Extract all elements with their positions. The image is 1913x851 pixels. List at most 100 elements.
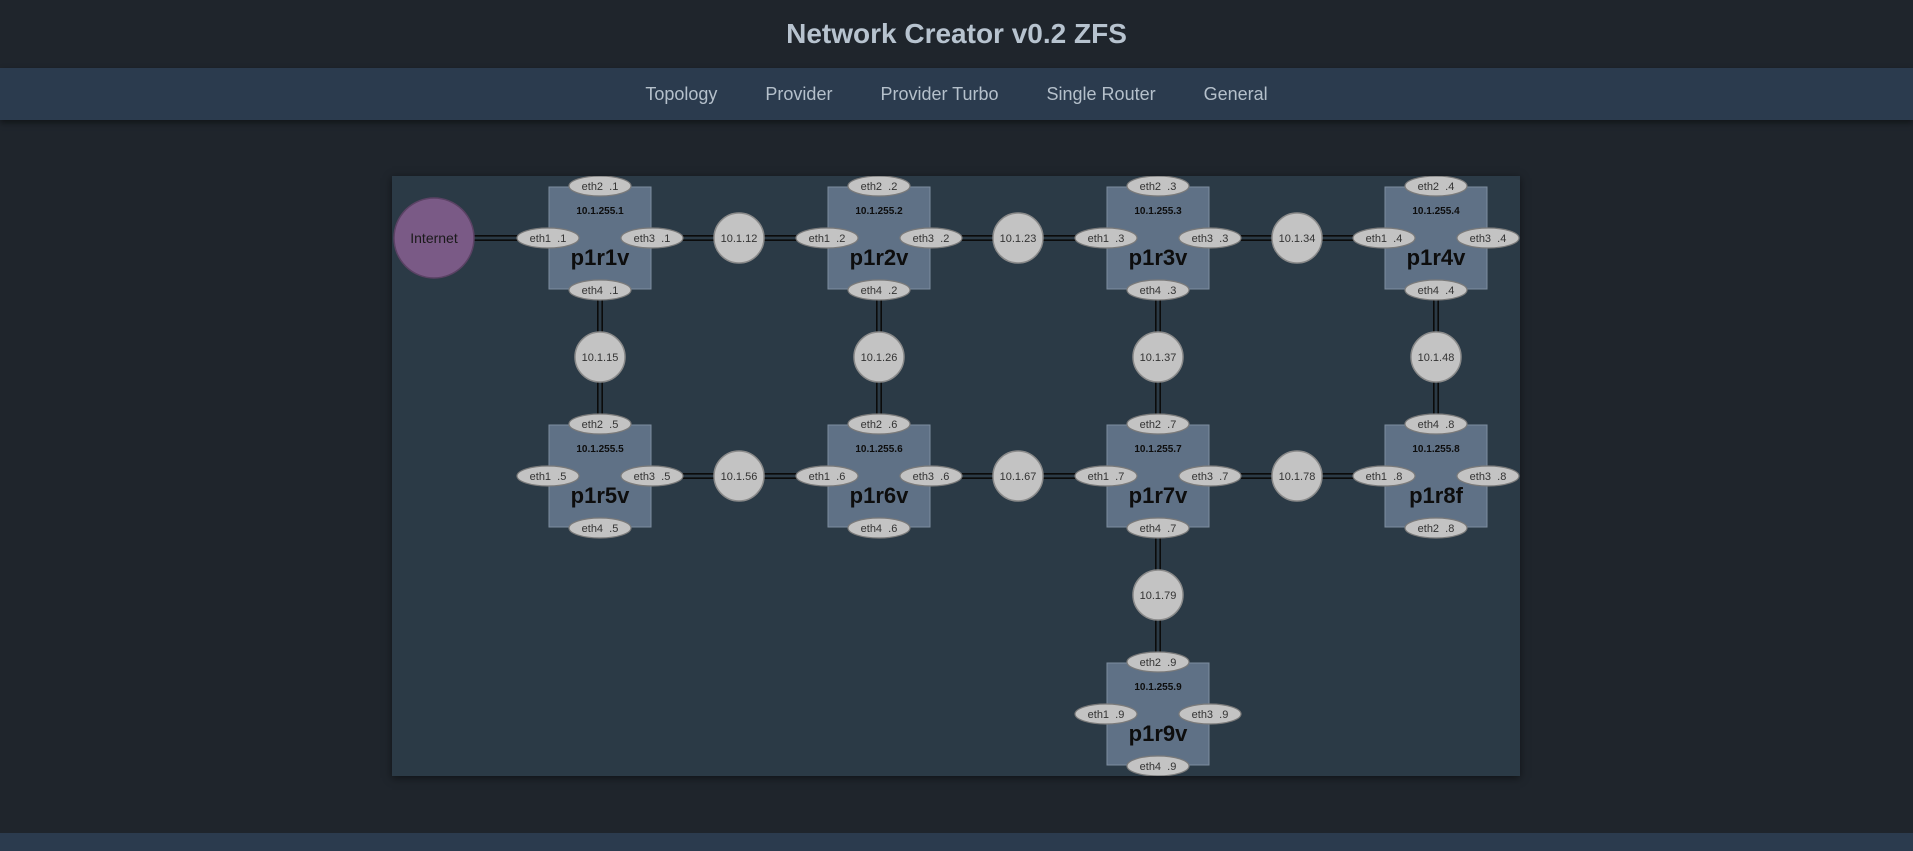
port-label: eth3 .6 [913, 471, 950, 483]
port-top[interactable]: eth4 .8 [1404, 413, 1468, 435]
port-bottom[interactable]: eth4 .3 [1126, 279, 1190, 301]
port-label: eth3 .3 [1192, 233, 1229, 245]
port-right[interactable]: eth3 .2 [899, 227, 963, 249]
port-bottom[interactable]: eth4 .9 [1126, 755, 1190, 776]
port-label: eth3 .8 [1470, 471, 1507, 483]
port-right[interactable]: eth3 .9 [1178, 703, 1242, 725]
port-bottom[interactable]: eth4 .7 [1126, 517, 1190, 539]
port-top[interactable]: eth2 .5 [568, 413, 632, 435]
app-title: Network Creator v0.2 ZFS [786, 18, 1127, 49]
subnet-node-s23[interactable]: 10.1.23 [992, 212, 1044, 264]
nav-topology[interactable]: Topology [645, 84, 717, 105]
port-right[interactable]: eth3 .7 [1178, 465, 1242, 487]
port-label: eth4 .6 [861, 523, 898, 535]
port-right[interactable]: eth3 .4 [1456, 227, 1520, 249]
port-top[interactable]: eth2 .7 [1126, 413, 1190, 435]
subnet-node-s67[interactable]: 10.1.67 [992, 450, 1044, 502]
main-navbar: Topology Provider Provider Turbo Single … [0, 68, 1913, 120]
subnet-node-s78[interactable]: 10.1.78 [1271, 450, 1323, 502]
port-label: eth1 .3 [1088, 233, 1125, 245]
port-label: eth1 .7 [1088, 471, 1125, 483]
port-label: eth1 .4 [1366, 233, 1403, 245]
nav-single-router[interactable]: Single Router [1047, 84, 1156, 105]
router-node-p1r8f[interactable]: 10.1.255.8 p1r8f eth4 .8 eth1 .8 eth3 .8 eth2… [1352, 413, 1520, 539]
router-node-p1r1v[interactable]: 10.1.255.1 p1r1v eth2 .1 eth1 .1 eth3 .1 eth4… [516, 176, 684, 301]
router-name: p1r3v [1129, 245, 1188, 270]
port-left[interactable]: eth1 .1 [516, 227, 580, 249]
port-left[interactable]: eth1 .3 [1074, 227, 1138, 249]
port-right[interactable]: eth3 .6 [899, 465, 963, 487]
port-left[interactable]: eth1 .2 [795, 227, 859, 249]
port-top[interactable]: eth2 .1 [568, 176, 632, 197]
port-label: eth4 .1 [582, 285, 619, 297]
port-label: eth4 .9 [1140, 761, 1177, 773]
router-node-p1r2v[interactable]: 10.1.255.2 p1r2v eth2 .2 eth1 .2 eth3 .2 eth4… [795, 176, 963, 301]
port-top[interactable]: eth2 .6 [847, 413, 911, 435]
router-ip: 10.1.255.8 [1412, 444, 1460, 455]
port-left[interactable]: eth1 .4 [1352, 227, 1416, 249]
router-name: p1r5v [571, 483, 630, 508]
subnet-node-s37[interactable]: 10.1.37 [1132, 331, 1184, 383]
port-left[interactable]: eth1 .8 [1352, 465, 1416, 487]
subnet-label: 10.1.67 [1000, 471, 1037, 483]
port-left[interactable]: eth1 .9 [1074, 703, 1138, 725]
subnet-node-s12[interactable]: 10.1.12 [713, 212, 765, 264]
nav-provider[interactable]: Provider [765, 84, 832, 105]
nav-provider-turbo[interactable]: Provider Turbo [880, 84, 998, 105]
port-bottom[interactable]: eth4 .5 [568, 517, 632, 539]
router-ip: 10.1.255.1 [576, 206, 624, 217]
subnet-label: 10.1.37 [1140, 352, 1177, 364]
internet-node[interactable]: Internet [393, 197, 475, 279]
subnet-label: 10.1.78 [1279, 471, 1316, 483]
router-name: p1r4v [1407, 245, 1466, 270]
router-ip: 10.1.255.2 [855, 206, 903, 217]
port-right[interactable]: eth3 .3 [1178, 227, 1242, 249]
subnet-node-s26[interactable]: 10.1.26 [853, 331, 905, 383]
router-node-p1r5v[interactable]: 10.1.255.5 p1r5v eth2 .5 eth1 .5 eth3 .5 eth4… [516, 413, 684, 539]
router-node-p1r3v[interactable]: 10.1.255.3 p1r3v eth2 .3 eth1 .3 eth3 .3 eth4… [1074, 176, 1242, 301]
port-top[interactable]: eth2 .4 [1404, 176, 1468, 197]
router-ip: 10.1.255.3 [1134, 206, 1182, 217]
port-bottom[interactable]: eth4 .2 [847, 279, 911, 301]
subnet-node-s15[interactable]: 10.1.15 [574, 331, 626, 383]
port-label: eth4 .8 [1418, 419, 1455, 431]
subnet-label: 10.1.48 [1418, 352, 1455, 364]
router-node-p1r4v[interactable]: 10.1.255.4 p1r4v eth2 .4 eth1 .4 eth3 .4 eth4… [1352, 176, 1520, 301]
port-right[interactable]: eth3 .1 [620, 227, 684, 249]
port-bottom[interactable]: eth4 .6 [847, 517, 911, 539]
port-bottom[interactable]: eth4 .1 [568, 279, 632, 301]
router-ip: 10.1.255.6 [855, 444, 903, 455]
router-ip: 10.1.255.4 [1412, 206, 1460, 217]
port-label: eth4 .5 [582, 523, 619, 535]
port-label: eth2 .5 [582, 419, 619, 431]
port-top[interactable]: eth2 .9 [1126, 651, 1190, 673]
router-node-p1r6v[interactable]: 10.1.255.6 p1r6v eth2 .6 eth1 .6 eth3 .6 eth4… [795, 413, 963, 539]
subnet-label: 10.1.12 [721, 233, 758, 245]
subnet-label: 10.1.23 [1000, 233, 1037, 245]
router-ip: 10.1.255.7 [1134, 444, 1182, 455]
port-label: eth1 .8 [1366, 471, 1403, 483]
port-right[interactable]: eth3 .5 [620, 465, 684, 487]
subnet-node-s48[interactable]: 10.1.48 [1410, 331, 1462, 383]
port-label: eth1 .9 [1088, 709, 1125, 721]
topology-canvas[interactable]: Internet 10.1.12 10.1.23 10.1.34 10.1.15 10.1… [392, 176, 1520, 776]
router-node-p1r7v[interactable]: 10.1.255.7 p1r7v eth2 .7 eth1 .7 eth3 .7 eth4… [1074, 413, 1242, 539]
subnet-node-s34[interactable]: 10.1.34 [1271, 212, 1323, 264]
port-label: eth3 .7 [1192, 471, 1229, 483]
router-node-p1r9v[interactable]: 10.1.255.9 p1r9v eth2 .9 eth1 .9 eth3 .9 eth4… [1074, 651, 1242, 776]
nav-general[interactable]: General [1204, 84, 1268, 105]
subnet-node-s56[interactable]: 10.1.56 [713, 450, 765, 502]
port-top[interactable]: eth2 .3 [1126, 176, 1190, 197]
port-left[interactable]: eth1 .6 [795, 465, 859, 487]
router-ip: 10.1.255.9 [1134, 682, 1182, 693]
port-label: eth1 .2 [809, 233, 846, 245]
port-bottom[interactable]: eth2 .8 [1404, 517, 1468, 539]
router-name: p1r7v [1129, 483, 1188, 508]
subnet-label: 10.1.26 [861, 352, 898, 364]
port-right[interactable]: eth3 .8 [1456, 465, 1520, 487]
port-bottom[interactable]: eth4 .4 [1404, 279, 1468, 301]
port-left[interactable]: eth1 .5 [516, 465, 580, 487]
port-top[interactable]: eth2 .2 [847, 176, 911, 197]
port-left[interactable]: eth1 .7 [1074, 465, 1138, 487]
subnet-node-s79[interactable]: 10.1.79 [1132, 569, 1184, 621]
